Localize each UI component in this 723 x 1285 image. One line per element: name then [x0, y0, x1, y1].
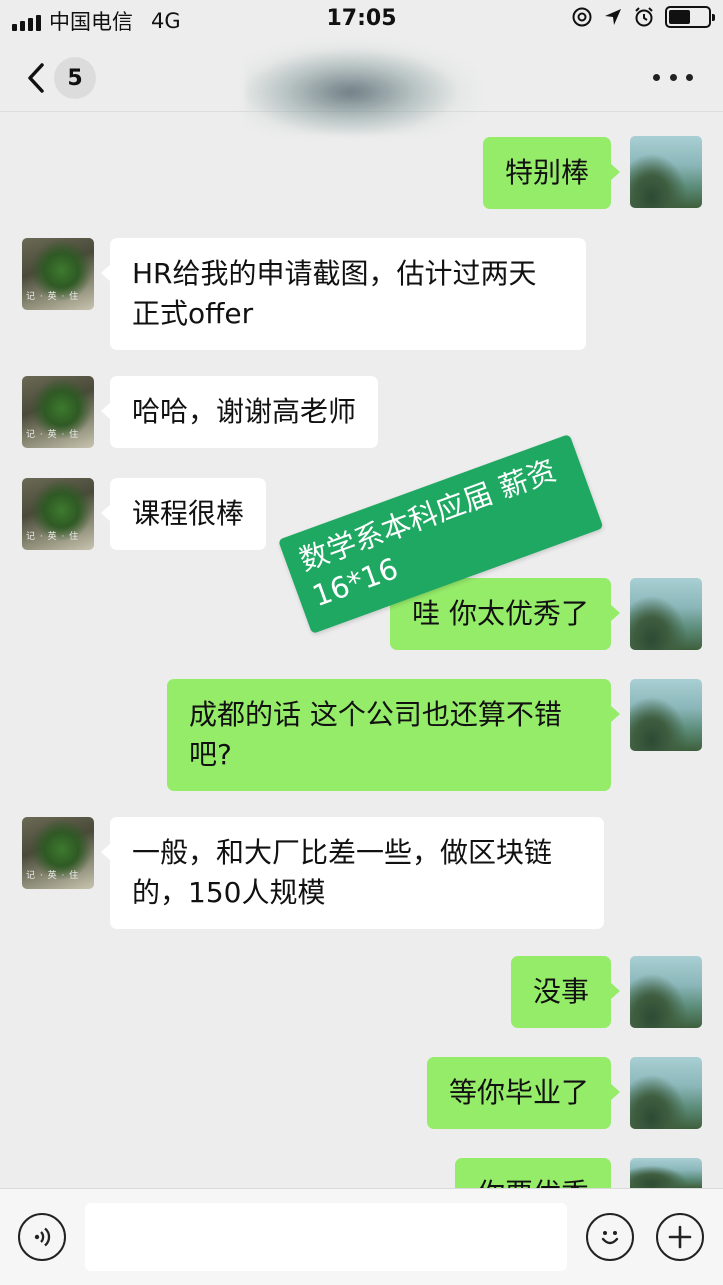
more-dot-icon: [653, 73, 660, 81]
message-bubble-out[interactable]: 你要优秀: [454, 1158, 611, 1188]
avatar-self[interactable]: [630, 578, 702, 650]
avatar-contact[interactable]: 记 · 英 · 住: [22, 238, 94, 310]
location-arrow-icon: [605, 9, 621, 25]
avatar-self[interactable]: [630, 1057, 702, 1129]
status-right: [571, 6, 715, 28]
battery-icon: [665, 6, 715, 28]
message-bubble-out[interactable]: 成都的话 这个公司也还算不错吧?: [167, 679, 620, 791]
clipped-message: 你要优秀: [454, 1158, 611, 1188]
avatar-contact[interactable]: 记 · 英 · 住: [22, 817, 94, 889]
message-bubble-in[interactable]: 哈哈，谢谢高老师: [100, 376, 379, 448]
voice-button[interactable]: [18, 1213, 66, 1261]
avatar-contact[interactable]: 记 · 英 · 住: [22, 478, 94, 550]
at-icon: [572, 7, 592, 27]
avatar-self[interactable]: [630, 956, 702, 1028]
message-bubble-in[interactable]: HR给我的申请截图，估计过两天正式offer: [101, 238, 586, 350]
emoji-button[interactable]: [586, 1213, 634, 1261]
message-input[interactable]: [85, 1203, 567, 1271]
unread-count-badge: 5: [54, 57, 96, 99]
message-bubble-out[interactable]: 没事: [510, 956, 621, 1028]
more-options-button[interactable]: [653, 62, 693, 92]
back-button[interactable]: 5: [26, 56, 106, 100]
message-bubble-out[interactable]: 特别棒: [482, 137, 621, 209]
chevron-left-icon: [28, 63, 44, 93]
avatar-contact[interactable]: 记 · 英 · 住: [22, 376, 94, 448]
blurred-chat-title: [245, 40, 480, 135]
avatar-self[interactable]: [630, 136, 702, 208]
input-bar: [0, 1188, 723, 1285]
avatar-self[interactable]: [630, 679, 702, 751]
plus-button[interactable]: [656, 1213, 704, 1261]
message-bubble-in[interactable]: 一般，和大厂比差一些，做区块链的，150人规模: [101, 817, 604, 929]
plus-icon: [668, 1225, 692, 1249]
message-bubble-in[interactable]: 课程很棒: [100, 478, 267, 550]
avatar-self[interactable]: [630, 1158, 702, 1188]
message-bubble-out[interactable]: 等你毕业了: [426, 1057, 621, 1129]
voice-icon: [34, 1227, 51, 1247]
status-bar: 中国电信 4G 17:05: [0, 0, 723, 40]
emoji-icon: [601, 1231, 619, 1245]
alarm-icon: [635, 7, 653, 27]
chat-header: 5: [0, 40, 723, 135]
